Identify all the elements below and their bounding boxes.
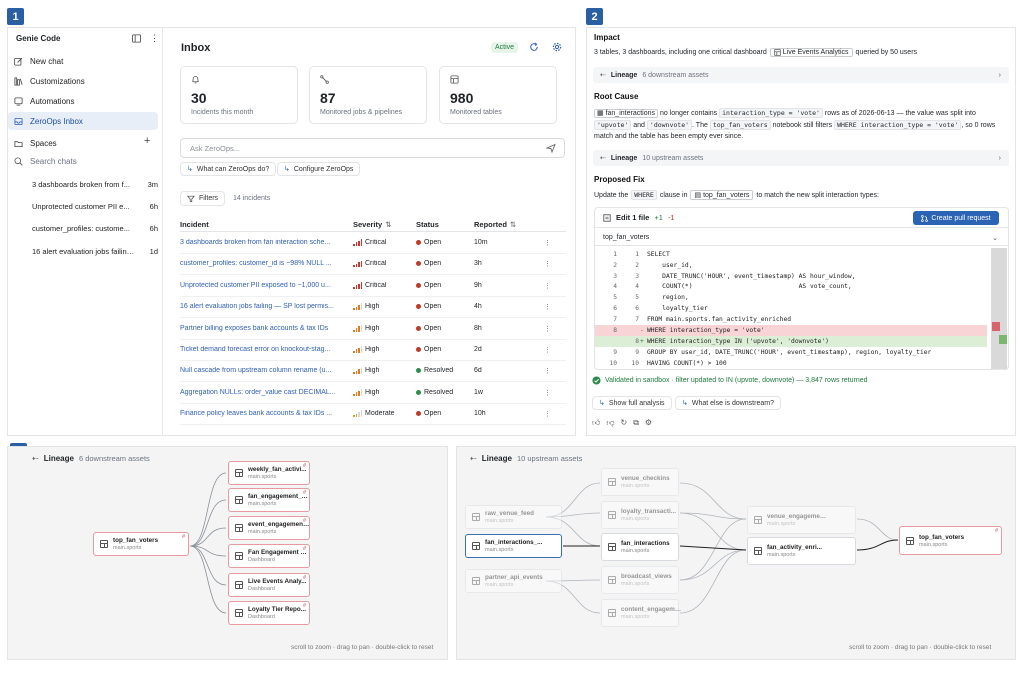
node-schema: Dashboard — [248, 586, 275, 592]
table-icon — [906, 536, 914, 545]
alert-marker-icon: # — [302, 603, 306, 609]
lineage-node[interactable]: content_engagement main.sports — [601, 599, 683, 627]
table-icon — [608, 511, 616, 519]
lineage-node[interactable]: top_fan_voters main.sports # — [93, 532, 189, 556]
table-icon — [608, 543, 616, 551]
node-name: weekly_fan_activi... — [248, 466, 307, 473]
alert-marker-icon: # — [181, 534, 185, 540]
alert-marker-icon: # — [302, 546, 306, 552]
lineage-down-hint: scroll to zoom · drag to pan · double-cl… — [291, 644, 434, 651]
node-schema: main.sports — [248, 501, 277, 507]
node-name: event_engagement_... — [248, 521, 310, 528]
table-icon — [608, 478, 616, 486]
node-schema: Dashboard — [248, 557, 275, 563]
alert-marker-icon: # — [302, 490, 306, 496]
alert-marker-icon: # — [302, 575, 306, 581]
lineage-node[interactable]: fan_activity_enri... main.sports — [747, 537, 856, 565]
lineage-node[interactable]: loyalty_transacti... main.sports — [601, 501, 679, 529]
node-schema: main.sports — [919, 541, 948, 548]
node-schema: main.sports — [621, 581, 650, 587]
lineage-node[interactable]: fan_interactions main.sports — [601, 533, 679, 561]
node-schema: main.sports — [621, 614, 650, 620]
dashboard-icon — [235, 581, 243, 589]
node-name: Loyalty Tier Repo... — [248, 606, 306, 613]
node-schema: main.sports — [767, 521, 796, 527]
table-icon — [472, 542, 480, 550]
lineage-node[interactable]: weekly_fan_activi... main.sports # — [228, 461, 310, 485]
node-name: venue_checkins — [621, 475, 670, 482]
node-name: loyalty_transacti... — [621, 508, 676, 515]
node-schema: Dashboard — [248, 614, 275, 620]
node-schema: main.sports — [248, 474, 277, 480]
node-schema: main.sports — [621, 516, 650, 522]
alert-marker-icon: # — [994, 528, 998, 534]
alert-marker-icon: # — [302, 463, 306, 469]
lineage-node[interactable]: Fan Engagement Da... Dashboard # — [228, 544, 310, 568]
lineage-node[interactable]: Loyalty Tier Repo... Dashboard # — [228, 601, 310, 625]
table-icon — [100, 540, 108, 548]
lineage-node[interactable]: fan_engagement_kp... main.sports # — [228, 488, 310, 512]
dashboard-icon — [235, 552, 243, 560]
node-name: fan_interactions_... — [485, 539, 543, 546]
table-icon — [754, 547, 762, 555]
node-name: raw_venue_feed — [485, 510, 535, 517]
node-schema: main.sports — [621, 483, 650, 489]
node-name: fan_activity_enri... — [767, 544, 822, 551]
lineage-node[interactable]: event_engagement_... main.sports # — [228, 516, 310, 540]
node-name: top_fan_voters — [113, 537, 159, 544]
lineage-node[interactable]: raw_venue_feed main.sports — [465, 505, 562, 529]
alert-marker-icon: # — [302, 518, 306, 524]
lineage-node[interactable]: fan_interactions_... main.sports — [465, 534, 562, 558]
lineage-up-hint: scroll to zoom · drag to pan · double-cl… — [849, 644, 992, 651]
lineage-node[interactable]: partner_api_events main.sports — [465, 569, 562, 593]
table-icon — [235, 524, 243, 532]
table-icon — [472, 577, 480, 585]
node-schema: main.sports — [248, 529, 277, 535]
node-schema: main.sports — [485, 582, 514, 588]
node-name: partner_api_events — [485, 574, 543, 581]
lineage-node[interactable]: venue_engagement_... main.sports — [747, 506, 856, 534]
node-schema: main.sports — [485, 518, 514, 524]
node-name: Fan Engagement Da... — [248, 549, 310, 556]
lineage-node[interactable]: Live Events Analy... Dashboard # — [228, 573, 310, 597]
table-icon — [235, 469, 243, 477]
node-schema: main.sports — [767, 552, 796, 558]
node-name: broadcast_views — [621, 573, 672, 580]
table-icon — [235, 496, 243, 504]
node-name: fan_interactions — [621, 540, 670, 547]
node-schema: main.sports — [113, 545, 142, 551]
table-icon — [472, 513, 480, 521]
lineage-node[interactable]: venue_checkins main.sports — [601, 468, 679, 496]
dashboard-icon — [235, 609, 243, 617]
node-name: fan_engagement_kp... — [248, 493, 310, 500]
lineage-node[interactable]: broadcast_views main.sports — [601, 566, 679, 594]
node-schema: main.sports — [621, 548, 650, 554]
lineage-node[interactable]: top_fan_voters main.sports # — [899, 526, 1002, 555]
node-name: content_engagement — [621, 606, 683, 613]
table-icon — [754, 516, 762, 524]
table-icon — [608, 576, 616, 584]
node-name: top_fan_voters — [919, 533, 965, 541]
node-schema: main.sports — [485, 547, 514, 553]
node-name: Live Events Analy... — [248, 578, 307, 585]
node-name: venue_engagement_... — [767, 513, 829, 520]
table-icon — [608, 609, 616, 617]
